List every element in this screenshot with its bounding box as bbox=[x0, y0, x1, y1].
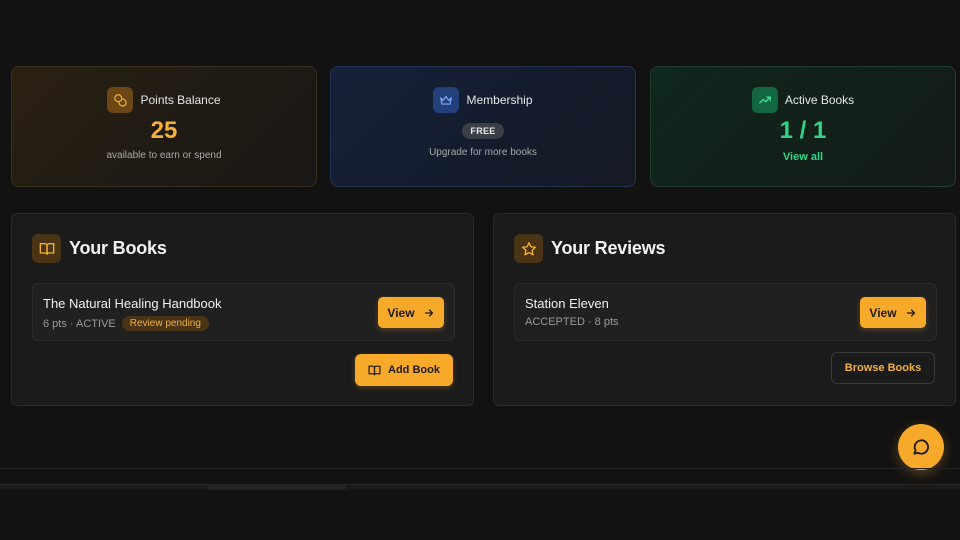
active-books-label: Active Books bbox=[784, 93, 855, 107]
chat-bubble-icon bbox=[913, 439, 929, 455]
browse-books-button[interactable]: Browse Books bbox=[831, 352, 935, 384]
your-books-title: Your Books bbox=[69, 238, 167, 258]
bottom-bar-segment bbox=[208, 484, 346, 490]
membership-header: Membership bbox=[433, 87, 533, 113]
view-all-link[interactable]: View all bbox=[783, 151, 823, 163]
trending-up-icon bbox=[751, 87, 778, 113]
view-review-button[interactable]: View bbox=[860, 297, 926, 328]
points-balance-card: Points Balance 25 available to earn or s… bbox=[11, 66, 317, 187]
active-books-header: Active Books bbox=[751, 87, 855, 113]
membership-card: Membership FREE Upgrade for more books bbox=[330, 66, 636, 187]
divider bbox=[0, 468, 960, 469]
active-books-card: Active Books 1 / 1 View all bbox=[650, 66, 956, 187]
chat-button[interactable] bbox=[898, 424, 944, 470]
membership-label: Membership bbox=[466, 93, 533, 107]
add-book-button[interactable]: Add Book bbox=[355, 354, 453, 386]
points-balance-value: 25 bbox=[150, 117, 178, 144]
membership-tier-badge: FREE bbox=[462, 123, 504, 139]
crown-icon bbox=[433, 87, 460, 113]
coins-icon bbox=[107, 87, 134, 113]
add-book-button-label: Add Book bbox=[388, 364, 440, 376]
points-balance-subtext: available to earn or spend bbox=[106, 150, 222, 161]
arrow-right-icon bbox=[906, 308, 915, 317]
your-reviews-panel: Your Reviews Station Eleven ACCEPTED · 8… bbox=[493, 213, 956, 406]
book-title: The Natural Healing Handbook bbox=[43, 296, 222, 311]
points-balance-header: Points Balance bbox=[107, 87, 221, 113]
book-list-item: The Natural Healing Handbook 6 pts · ACT… bbox=[32, 283, 455, 341]
review-meta: ACCEPTED · 8 pts bbox=[525, 316, 619, 328]
review-meta-text: ACCEPTED · 8 pts bbox=[525, 316, 619, 328]
review-pending-badge: Review pending bbox=[121, 316, 209, 331]
view-book-button-label: View bbox=[387, 305, 415, 320]
points-balance-label: Points Balance bbox=[140, 93, 221, 107]
your-books-header: Your Books bbox=[32, 234, 167, 263]
view-review-button-label: View bbox=[869, 305, 897, 320]
membership-upgrade-text[interactable]: Upgrade for more books bbox=[429, 147, 537, 158]
book-meta-text: 6 pts · ACTIVE bbox=[43, 317, 116, 330]
your-reviews-title: Your Reviews bbox=[551, 238, 666, 258]
active-books-value: 1 / 1 bbox=[779, 117, 827, 144]
book-open-icon bbox=[368, 365, 381, 375]
your-reviews-header: Your Reviews bbox=[514, 234, 666, 263]
bottom-bar bbox=[0, 484, 960, 490]
review-list-item: Station Eleven ACCEPTED · 8 pts View bbox=[514, 283, 937, 341]
your-books-panel: Your Books The Natural Healing Handbook … bbox=[11, 213, 474, 406]
review-book-title: Station Eleven bbox=[525, 296, 609, 311]
star-icon bbox=[514, 234, 543, 263]
book-open-icon bbox=[32, 234, 61, 263]
book-meta: 6 pts · ACTIVE Review pending bbox=[43, 316, 209, 331]
view-book-button[interactable]: View bbox=[378, 297, 444, 328]
arrow-right-icon bbox=[424, 308, 433, 317]
